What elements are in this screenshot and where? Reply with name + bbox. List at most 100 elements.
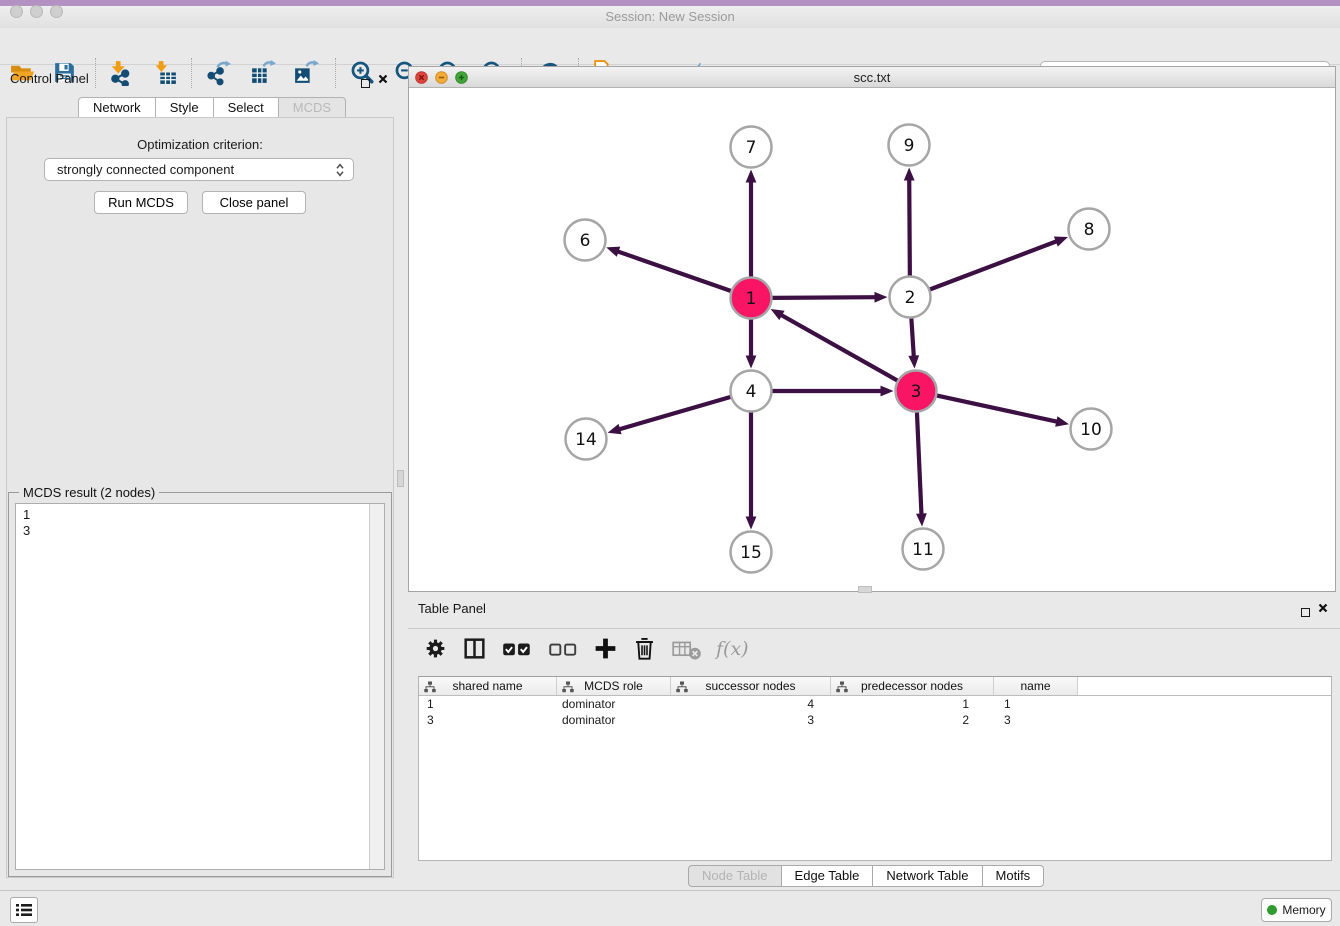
- graph-edge[interactable]: [617, 251, 731, 291]
- column-header-predecessor-nodes[interactable]: predecessor nodes: [831, 677, 994, 695]
- result-line: 1: [23, 507, 369, 523]
- table-panel-title: Table Panel: [418, 601, 486, 616]
- show-columns-button[interactable]: [461, 635, 488, 662]
- cell-successor-nodes[interactable]: 4: [671, 697, 831, 711]
- export-table-button[interactable]: [249, 59, 276, 86]
- graph-node-label: 8: [1084, 220, 1095, 240]
- window-title: Session: New Session: [0, 6, 1340, 28]
- network-minimize-button[interactable]: [435, 71, 448, 84]
- tab-style[interactable]: Style: [155, 97, 213, 118]
- control-panel-tabs: Network Style Select MCDS: [78, 97, 346, 118]
- column-header-name[interactable]: name: [994, 677, 1078, 695]
- cell-name[interactable]: 3: [994, 713, 1078, 727]
- mcds-result-area[interactable]: 1 3: [15, 503, 385, 870]
- close-window-button[interactable]: [10, 5, 23, 18]
- result-line: 3: [23, 523, 369, 539]
- result-scrollbar[interactable]: [369, 504, 384, 869]
- graph-edge[interactable]: [780, 314, 897, 380]
- criterion-select[interactable]: strongly connected component: [44, 158, 354, 181]
- close-panel-button[interactable]: Close panel: [202, 191, 306, 214]
- column-label: successor nodes: [705, 679, 795, 693]
- select-all-button[interactable]: [500, 635, 534, 662]
- column-label: shared name: [452, 679, 522, 693]
- graph-edge[interactable]: [937, 396, 1058, 422]
- network-close-button[interactable]: [415, 71, 428, 84]
- tab-network[interactable]: Network: [78, 97, 155, 118]
- graph-edge[interactable]: [930, 241, 1058, 289]
- column-label: name: [1020, 679, 1050, 693]
- close-icon: [378, 74, 388, 84]
- graph-node-label: 7: [746, 138, 757, 158]
- float-window-icon: [361, 79, 370, 88]
- cell-shared-name[interactable]: 1: [419, 697, 557, 711]
- control-panel-float-button[interactable]: [361, 75, 370, 93]
- list-icon: [16, 903, 32, 917]
- node-table[interactable]: shared name MCDS role successor nodes pr…: [418, 676, 1332, 861]
- delete-column-button[interactable]: [631, 635, 658, 662]
- column-header-successor-nodes[interactable]: successor nodes: [671, 677, 831, 695]
- tab-edge-table[interactable]: Edge Table: [781, 865, 873, 887]
- cell-mcds-role[interactable]: dominator: [557, 697, 671, 711]
- tab-motifs[interactable]: Motifs: [982, 865, 1045, 887]
- run-mcds-button[interactable]: Run MCDS: [94, 191, 188, 214]
- network-canvas[interactable]: 7968124314101511: [409, 89, 1335, 591]
- graph-edge[interactable]: [772, 297, 876, 298]
- cell-successor-nodes[interactable]: 3: [671, 713, 831, 727]
- show-panels-button[interactable]: [10, 897, 38, 923]
- graph-edge[interactable]: [917, 412, 922, 515]
- graph-edge[interactable]: [618, 397, 730, 430]
- zoom-window-button[interactable]: [50, 5, 63, 18]
- cell-name[interactable]: 1: [994, 697, 1078, 711]
- column-header-mcds-role[interactable]: MCDS role: [557, 677, 671, 695]
- graph-edge[interactable]: [911, 318, 913, 357]
- import-table-button[interactable]: [152, 59, 179, 86]
- memory-label: Memory: [1282, 903, 1325, 917]
- graph-edge-arrowhead: [874, 292, 887, 303]
- tab-network-table[interactable]: Network Table: [872, 865, 981, 887]
- app-titlebar: Session: New Session: [0, 6, 1340, 28]
- hierarchy-icon: [424, 681, 436, 693]
- cell-shared-name[interactable]: 3: [419, 713, 557, 727]
- criterion-value: strongly connected component: [57, 162, 335, 177]
- cell-predecessor-nodes[interactable]: 2: [831, 713, 994, 727]
- table-panel-close-button[interactable]: [1318, 603, 1328, 613]
- tab-select[interactable]: Select: [213, 97, 278, 118]
- tab-node-table[interactable]: Node Table: [688, 865, 781, 887]
- table-toolbar: f(x): [408, 628, 1340, 668]
- tab-mcds[interactable]: MCDS: [278, 97, 346, 118]
- table-row[interactable]: 3 dominator 3 2 3: [419, 712, 1331, 728]
- add-column-button[interactable]: [592, 635, 619, 662]
- table-header-row: shared name MCDS role successor nodes pr…: [419, 677, 1331, 696]
- import-network-button[interactable]: [106, 59, 133, 86]
- minimize-window-button[interactable]: [30, 5, 43, 18]
- graph-edge-arrowhead: [1054, 237, 1068, 247]
- table-settings-button[interactable]: [422, 635, 449, 662]
- status-bar: Memory: [0, 890, 1340, 926]
- network-zoom-button[interactable]: [455, 71, 468, 84]
- graph-edge-arrowhead: [746, 170, 757, 183]
- network-window-title: scc.txt: [409, 67, 1335, 88]
- graph-edge-arrowhead: [904, 167, 915, 180]
- deselect-all-button[interactable]: [546, 635, 580, 662]
- export-image-button[interactable]: [292, 59, 319, 86]
- table-row[interactable]: 1 dominator 4 1 1: [419, 696, 1331, 712]
- network-window-titlebar[interactable]: scc.txt: [409, 67, 1335, 88]
- close-icon: [1318, 603, 1328, 613]
- graph-edge-arrowhead: [908, 355, 919, 368]
- graph-edge-arrowhead: [916, 513, 927, 526]
- horizontal-split-handle[interactable]: [858, 586, 872, 593]
- memory-button[interactable]: Memory: [1261, 898, 1332, 922]
- network-graph[interactable]: 7968124314101511: [409, 89, 1335, 591]
- cell-mcds-role[interactable]: dominator: [557, 713, 671, 727]
- export-network-icon: [205, 59, 232, 86]
- graph-node-label: 1: [746, 289, 757, 309]
- vertical-split-handle[interactable]: [397, 470, 404, 487]
- hierarchy-icon: [676, 681, 688, 693]
- columns-icon: [461, 635, 488, 662]
- column-header-shared-name[interactable]: shared name: [419, 677, 557, 695]
- control-panel-close-button[interactable]: [378, 74, 388, 84]
- table-panel-float-button[interactable]: [1301, 604, 1310, 622]
- export-network-button[interactable]: [205, 59, 232, 86]
- graph-edge[interactable]: [909, 178, 910, 275]
- cell-predecessor-nodes[interactable]: 1: [831, 697, 994, 711]
